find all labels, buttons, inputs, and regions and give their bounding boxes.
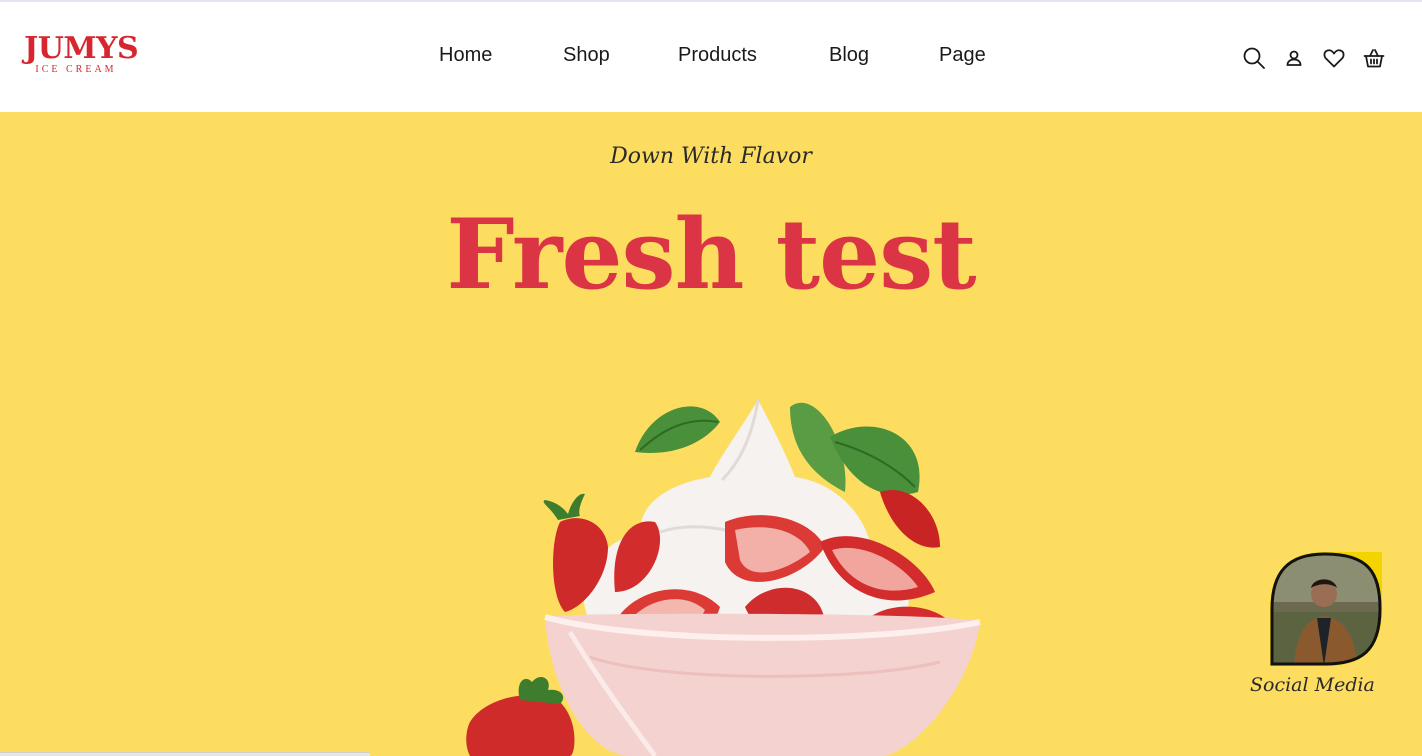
horizontal-scrollbar[interactable]: [0, 752, 370, 756]
social-media-label[interactable]: Social Media: [1250, 674, 1375, 696]
logo-subtitle: ICE CREAM: [35, 64, 117, 75]
strawberry: [466, 676, 575, 756]
heart-icon[interactable]: [1322, 46, 1346, 70]
basket-icon[interactable]: [1362, 46, 1386, 70]
hero-headline: Fresh test: [446, 198, 976, 311]
brand-logo[interactable]: JUMYS ICE CREAM: [24, 31, 139, 84]
strawberry-sundae-image: [466, 399, 981, 756]
logo-wordmark: JUMYS: [24, 31, 139, 66]
user-icon[interactable]: [1282, 46, 1306, 70]
nav-page[interactable]: Page: [939, 44, 986, 67]
nav-blog[interactable]: Blog: [829, 44, 869, 67]
search-icon[interactable]: [1242, 46, 1266, 70]
mint-leaf: [635, 406, 720, 453]
site-header: JUMYS ICE CREAM Home Shop Products Blog …: [0, 2, 1422, 112]
nav-home[interactable]: Home: [439, 44, 492, 67]
social-media-widget: Social Media: [1250, 552, 1390, 712]
hero-tagline: Down With Flavor: [610, 144, 812, 169]
nav-products[interactable]: Products: [678, 44, 757, 67]
hero-banner: Down With Flavor Fresh test Social Media: [0, 112, 1422, 756]
avatar[interactable]: [1268, 552, 1382, 666]
nav-shop[interactable]: Shop: [563, 44, 610, 67]
